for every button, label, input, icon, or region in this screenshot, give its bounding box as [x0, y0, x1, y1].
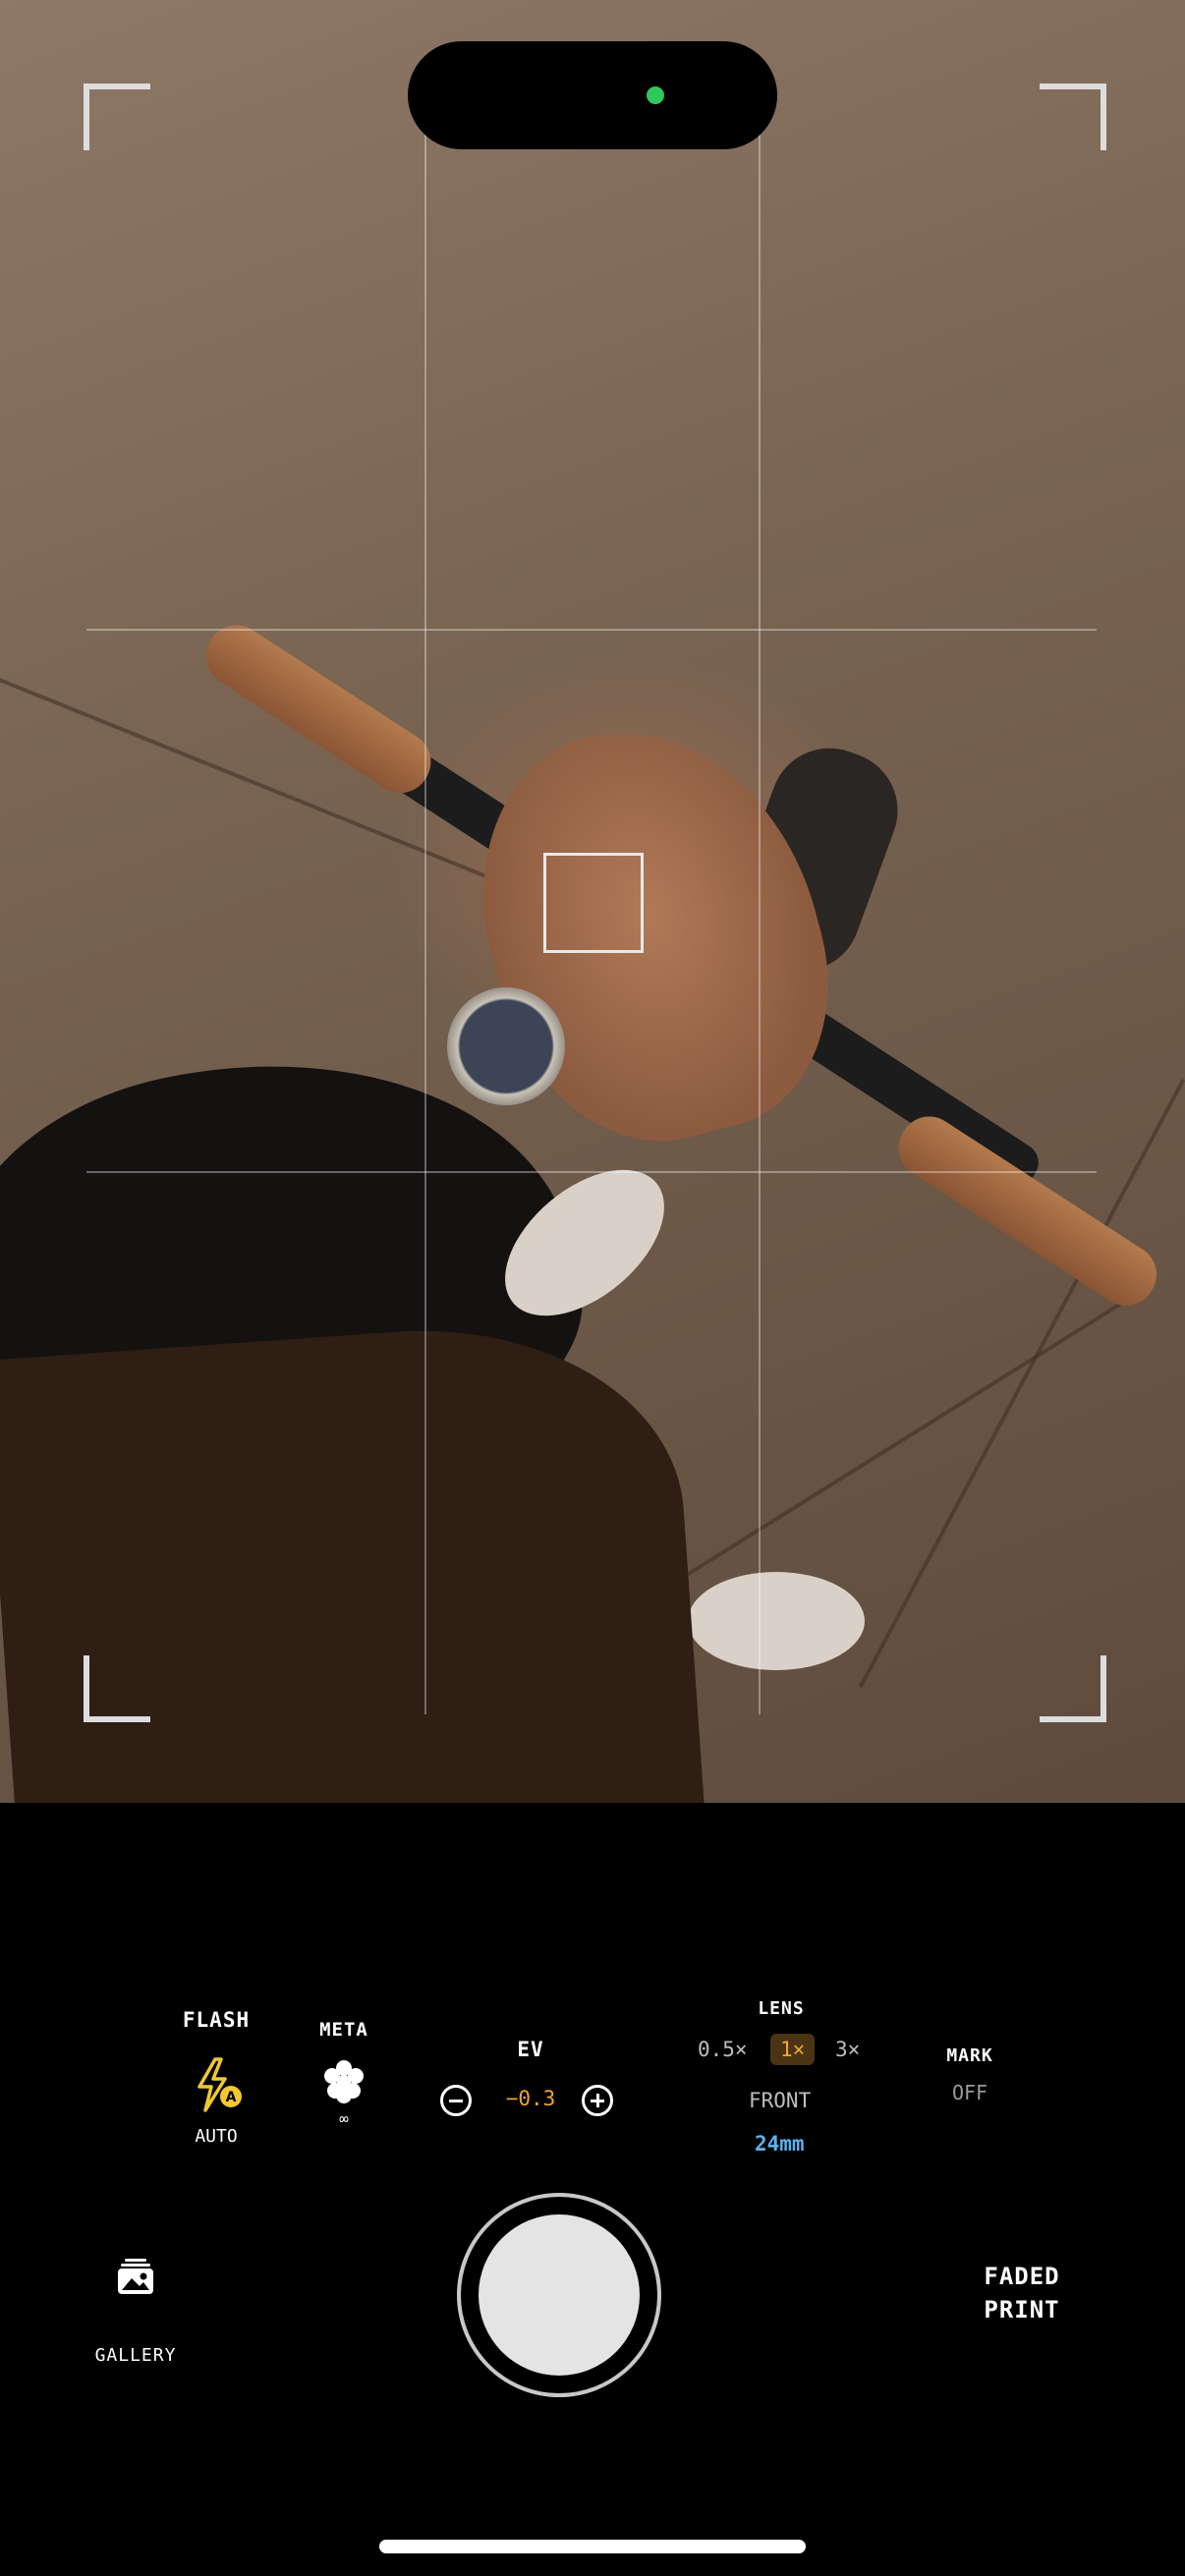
- camera-in-use-indicator: [647, 86, 664, 104]
- focal-length: 24mm: [755, 2132, 805, 2156]
- frame-corner-top-left: [84, 84, 150, 150]
- grid-line-vertical: [759, 128, 761, 1714]
- meta-control[interactable]: META ∞: [295, 2019, 393, 2137]
- shutter-button-inner: [479, 2214, 640, 2376]
- home-indicator[interactable]: [379, 2540, 806, 2553]
- pavement-crack: [609, 1282, 1154, 1625]
- exposure-control: EV −0.3: [432, 2034, 629, 2116]
- mark-value: OFF: [951, 2081, 988, 2104]
- grid-line-vertical: [424, 128, 426, 1714]
- lens-front-button[interactable]: FRONT: [749, 2089, 811, 2112]
- shoe: [688, 1572, 865, 1670]
- mark-label: MARK: [946, 2045, 993, 2066]
- lens-option-3x[interactable]: 3×: [835, 2038, 860, 2061]
- ev-decrease-button[interactable]: [440, 2085, 472, 2116]
- gallery-label: GALLERY: [94, 2345, 177, 2366]
- ev-increase-button[interactable]: [582, 2085, 613, 2116]
- flower-icon: [324, 2060, 364, 2103]
- right-grip: [887, 1105, 1168, 1317]
- meta-label: META: [319, 2019, 368, 2041]
- grid-line-horizontal: [86, 1171, 1097, 1173]
- lens-option-1x[interactable]: 1×: [770, 2034, 816, 2065]
- wristwatch: [447, 987, 565, 1105]
- film-profile-button[interactable]: FADED PRINT: [963, 2260, 1081, 2326]
- meta-value: ∞: [339, 2109, 349, 2128]
- frame-corner-bottom-left: [84, 1655, 150, 1722]
- flash-control[interactable]: FLASH A AUTO: [162, 2004, 270, 2152]
- lens-option-0.5x[interactable]: 0.5×: [698, 2038, 748, 2061]
- frame-corner-bottom-right: [1040, 1655, 1106, 1722]
- gallery-icon: [118, 2259, 153, 2294]
- flash-auto-icon: A: [198, 2057, 242, 2112]
- ev-value: −0.3: [505, 2087, 556, 2110]
- frame-corner-top-right: [1040, 84, 1106, 150]
- ev-label: EV: [517, 2038, 544, 2061]
- film-profile-label: FADED PRINT: [984, 2263, 1060, 2324]
- flash-mode: AUTO: [195, 2126, 238, 2147]
- svg-text:A: A: [226, 2090, 237, 2105]
- shutter-button[interactable]: [457, 2193, 661, 2397]
- coat: [0, 1313, 705, 1803]
- camera-screen: FLASH A AUTO META ∞ EV −0.3 LENS 0.5× 1×…: [0, 0, 1185, 2576]
- gallery-button[interactable]: GALLERY: [86, 2245, 204, 2373]
- mark-control[interactable]: MARK OFF: [929, 2042, 1011, 2110]
- dynamic-island: [408, 41, 777, 149]
- focus-reticle[interactable]: [543, 853, 644, 953]
- lens-control: LENS 0.5× 1× 3× FRONT 24mm: [688, 1994, 875, 2161]
- grid-line-horizontal: [86, 629, 1097, 631]
- flash-label: FLASH: [182, 2008, 251, 2032]
- lens-label: LENS: [758, 1998, 805, 2019]
